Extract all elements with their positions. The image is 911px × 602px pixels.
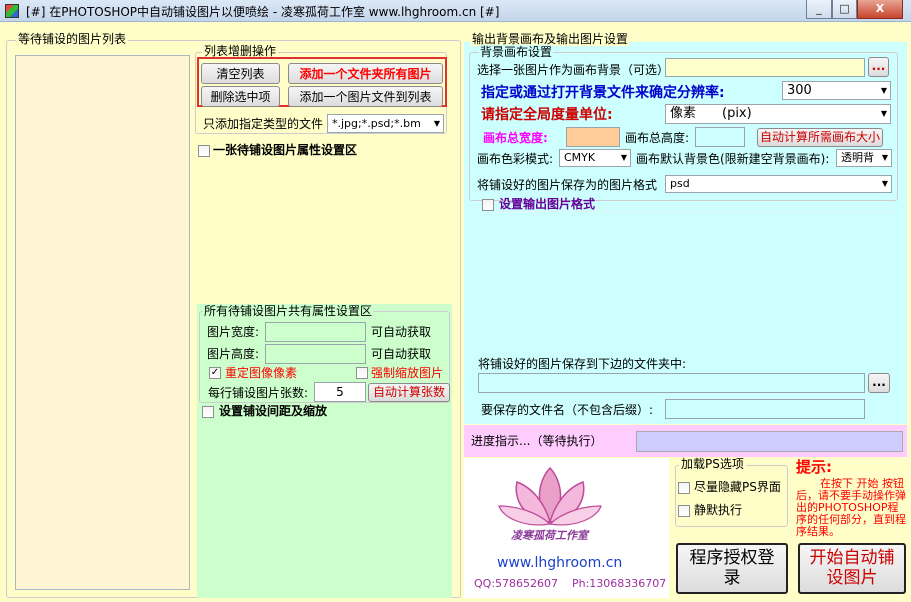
chevron-down-icon: ▼: [880, 86, 887, 95]
bg-file-input[interactable]: [665, 58, 865, 77]
hide-ps-checkbox[interactable]: [678, 482, 690, 494]
auto-get-width-label: 可自动获取: [371, 325, 432, 339]
force-scale-checkbox[interactable]: [356, 367, 368, 379]
chevron-down-icon: ▼: [881, 179, 888, 188]
spacing-checkbox[interactable]: [202, 406, 214, 418]
total-height-input[interactable]: [695, 127, 745, 147]
color-mode-label: 画布色彩模式:: [477, 152, 554, 166]
save-folder-label: 将铺设好的图片保存到下边的文件夹中:: [478, 357, 687, 371]
tip-text: 在按下 开始 按钮后，请不要手动操作弹出的PHOTOSHOP程序的任何部分，直到…: [796, 478, 906, 538]
output-format-checkbox[interactable]: [482, 199, 494, 211]
save-folder-input[interactable]: [478, 373, 865, 393]
save-format-label: 将铺设好的图片保存为的图片格式: [477, 178, 658, 192]
unit-label: 请指定全局度量单位:: [481, 107, 613, 123]
image-list-title: 等待铺设的图片列表: [16, 32, 129, 46]
chevron-down-icon: ▼: [433, 119, 440, 128]
lotus-logo-icon: [498, 466, 602, 526]
default-bg-select[interactable]: 透明背 ▼: [836, 149, 892, 167]
progress-bar: [636, 431, 903, 452]
color-mode-select[interactable]: CMYK ▼: [559, 149, 631, 167]
resolution-select[interactable]: 300 ▼: [782, 81, 891, 100]
image-listbox[interactable]: [15, 55, 190, 590]
maximize-button[interactable]: □: [832, 0, 857, 19]
tip-title: 提示:: [796, 458, 832, 476]
clear-list-button[interactable]: 清空列表: [201, 63, 280, 84]
window-title: [#] 在PHOTOSHOP中自动铺设图片以便喷绘 - 凌寒孤荷工作室 www.…: [26, 5, 500, 19]
ps-options-title: 加载PS选项: [679, 457, 746, 471]
spacing-label: 设置铺设间距及缩放: [219, 404, 328, 418]
common-props-title: 所有待铺设图片共有属性设置区: [203, 304, 374, 318]
per-row-label: 每行铺设图片张数:: [208, 386, 309, 400]
add-file-button[interactable]: 添加一个图片文件到列表: [288, 86, 443, 107]
resolution-label: 指定或通过打开背景文件来确定分辨率:: [481, 85, 725, 101]
single-prop-checkbox[interactable]: [198, 145, 210, 157]
chevron-down-icon: ▼: [881, 150, 888, 166]
filename-input[interactable]: [665, 399, 865, 419]
phone-label: Ph:13068336707: [572, 577, 667, 590]
width-label: 图片宽度:: [207, 325, 260, 339]
auto-get-height-label: 可自动获取: [371, 347, 432, 361]
filter-select[interactable]: *.jpg;*.psd;*.bm ▼: [327, 114, 444, 133]
save-format-select[interactable]: psd ▼: [665, 175, 892, 193]
license-login-button[interactable]: 程序授权登录: [676, 543, 788, 594]
close-button[interactable]: X: [857, 0, 903, 19]
filename-label: 要保存的文件名（不包含后缀）:: [481, 403, 654, 417]
delete-selected-button[interactable]: 删除选中项: [201, 86, 280, 107]
app-icon: [5, 4, 19, 18]
auto-count-button[interactable]: 自动计算张数: [368, 383, 450, 402]
minimize-button[interactable]: _: [806, 0, 832, 19]
save-format-value: psd: [670, 177, 690, 190]
ps-options-group: [675, 465, 788, 527]
total-width-label: 画布总宽度:: [483, 131, 548, 145]
divider: [496, 211, 894, 212]
height-input[interactable]: [265, 344, 366, 364]
resolution-value: 300: [787, 83, 812, 98]
progress-label: 进度指示...（等待执行）: [471, 434, 603, 448]
add-folder-button[interactable]: 添加一个文件夹所有图片: [288, 63, 443, 84]
resample-label: 重定图像像素: [225, 366, 298, 380]
force-scale-label: 强制缩放图片: [371, 366, 444, 380]
filter-label: 只添加指定类型的文件: [203, 117, 324, 131]
default-bg-label: 画布默认背景色(限新建空背景画布):: [636, 152, 830, 166]
browse-folder-button[interactable]: ...: [868, 373, 890, 393]
start-button[interactable]: 开始自动铺设图片: [798, 543, 906, 594]
per-row-input[interactable]: 5: [314, 382, 366, 402]
color-mode-value: CMYK: [564, 151, 596, 164]
auto-calc-canvas-button[interactable]: 自动计算所需画布大小: [757, 128, 883, 147]
total-height-label: 画布总高度:: [625, 131, 690, 145]
chevron-down-icon: ▼: [620, 153, 627, 162]
chevron-down-icon: ▼: [880, 109, 887, 118]
filter-value: *.jpg;*.psd;*.bm: [332, 117, 421, 130]
hide-ps-label: 尽量隐藏PS界面: [694, 480, 781, 494]
studio-name: 凌寒孤荷工作室: [511, 529, 588, 542]
unit-select[interactable]: 像素 (pix) ▼: [665, 104, 891, 124]
total-width-input[interactable]: [566, 127, 620, 147]
output-section-title: 输出背景画布及输出图片设置: [471, 32, 630, 46]
default-bg-value: 透明背: [841, 151, 874, 164]
website-link[interactable]: www.lhghroom.cn: [497, 555, 622, 571]
bg-canvas-title: 背景画布设置: [479, 45, 554, 59]
resample-checkbox[interactable]: ✓: [209, 367, 221, 379]
output-format-label: 设置输出图片格式: [499, 197, 596, 211]
height-label: 图片高度:: [207, 347, 260, 361]
browse-bg-button[interactable]: ...: [868, 57, 889, 77]
silent-label: 静默执行: [694, 503, 743, 517]
qq-label: QQ:578652607: [474, 577, 559, 590]
silent-checkbox[interactable]: [678, 505, 690, 517]
single-prop-label: 一张待铺设图片属性设置区: [213, 143, 358, 157]
width-input[interactable]: [265, 322, 366, 342]
unit-value: 像素 (pix): [670, 106, 752, 121]
choose-bg-label: 选择一张图片作为画布背景（可选）: [477, 63, 670, 77]
